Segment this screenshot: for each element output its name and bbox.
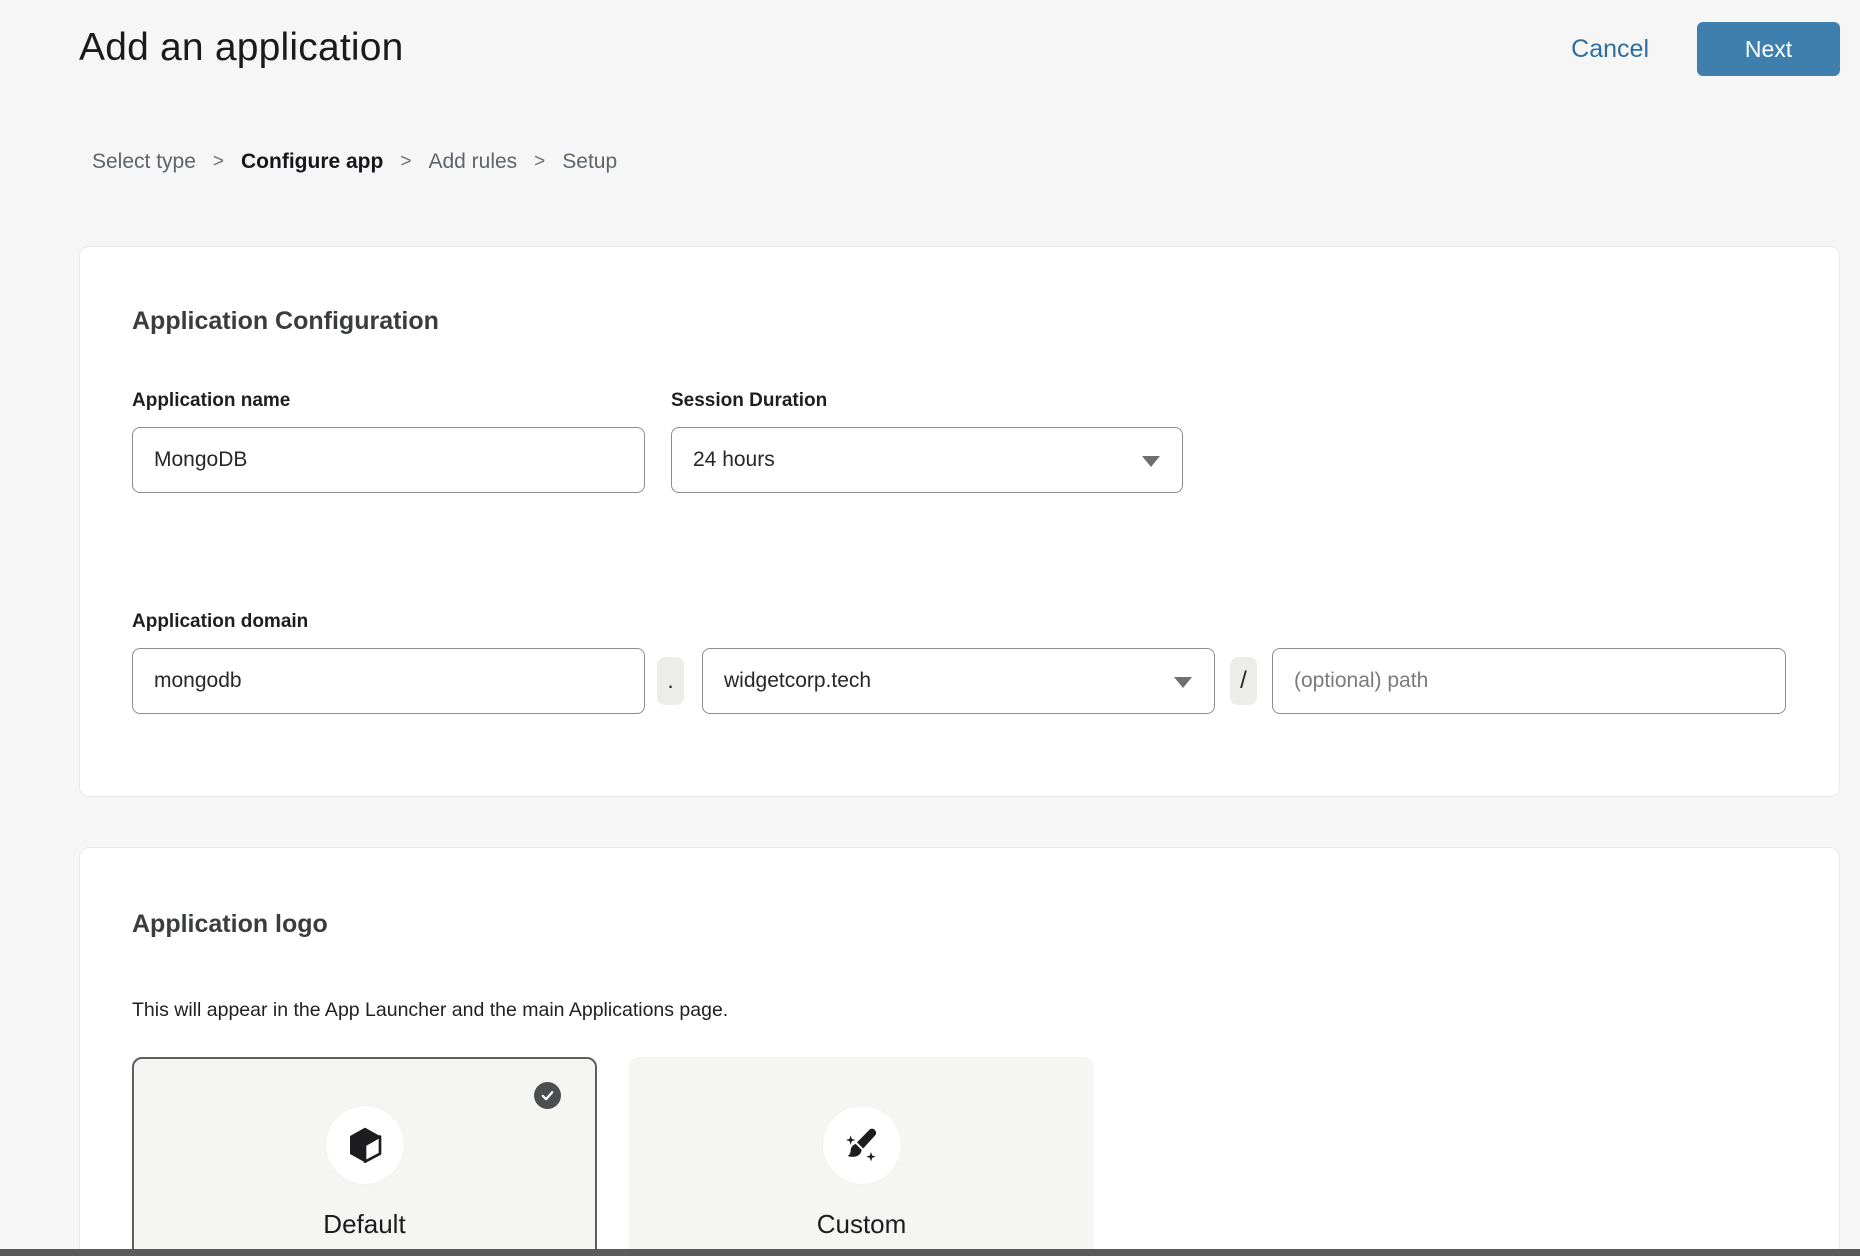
cancel-button[interactable]: Cancel xyxy=(1571,35,1649,64)
breadcrumb: Select type > Configure app > Add rules … xyxy=(0,150,1860,174)
dot-separator: . xyxy=(657,657,684,705)
session-duration-value: 24 hours xyxy=(693,448,775,472)
breadcrumb-item-select-type[interactable]: Select type xyxy=(92,150,196,174)
subdomain-input[interactable] xyxy=(132,648,645,714)
application-name-label: Application name xyxy=(132,390,645,412)
cube-icon xyxy=(345,1125,385,1165)
logo-option-label: Custom xyxy=(817,1209,907,1240)
default-logo-circle xyxy=(326,1106,404,1184)
slash-separator: / xyxy=(1230,657,1257,705)
session-duration-select[interactable]: 24 hours xyxy=(671,427,1183,493)
breadcrumb-item-setup[interactable]: Setup xyxy=(562,150,617,174)
breadcrumb-separator: > xyxy=(213,151,224,173)
breadcrumb-separator: > xyxy=(534,151,545,173)
application-domain-row: . widgetcorp.tech / xyxy=(132,633,1787,714)
logo-description: This will appear in the App Launcher and… xyxy=(132,999,1787,1022)
page-title: Add an application xyxy=(79,20,404,70)
application-configuration-card: Application Configuration Application na… xyxy=(79,246,1840,797)
domain-value: widgetcorp.tech xyxy=(724,669,871,693)
add-application-page: Add an application Cancel Next Select ty… xyxy=(0,0,1860,1256)
chevron-down-icon xyxy=(1174,677,1192,688)
logo-option-label: Default xyxy=(323,1209,405,1240)
application-logo-card: Application logo This will appear in the… xyxy=(79,847,1840,1256)
session-duration-label: Session Duration xyxy=(671,390,1183,412)
logo-option-custom[interactable]: Custom xyxy=(629,1057,1094,1256)
next-button[interactable]: Next xyxy=(1697,22,1840,76)
breadcrumb-item-configure-app[interactable]: Configure app xyxy=(241,150,383,174)
header-actions: Cancel Next xyxy=(1571,20,1840,76)
logo-option-default[interactable]: Default xyxy=(132,1057,597,1256)
breadcrumb-separator: > xyxy=(400,151,411,173)
name-session-row: Application name Session Duration 24 hou… xyxy=(132,390,1787,493)
application-name-input[interactable] xyxy=(132,427,645,493)
logo-heading: Application logo xyxy=(132,910,1787,939)
bottom-edge-bar xyxy=(0,1249,1860,1256)
session-duration-group: Session Duration 24 hours xyxy=(671,390,1183,493)
application-name-group: Application name xyxy=(132,390,645,493)
path-input[interactable] xyxy=(1272,648,1786,714)
page-header: Add an application Cancel Next xyxy=(0,0,1860,76)
chevron-down-icon xyxy=(1142,456,1160,467)
application-domain-label: Application domain xyxy=(132,611,1787,633)
configuration-heading: Application Configuration xyxy=(132,307,1787,336)
custom-logo-circle xyxy=(823,1106,901,1184)
domain-select[interactable]: widgetcorp.tech xyxy=(702,648,1215,714)
check-icon xyxy=(534,1082,561,1109)
paintbrush-icon xyxy=(842,1125,882,1165)
breadcrumb-item-add-rules[interactable]: Add rules xyxy=(428,150,517,174)
logo-options: Default Custom xyxy=(132,1057,1787,1256)
